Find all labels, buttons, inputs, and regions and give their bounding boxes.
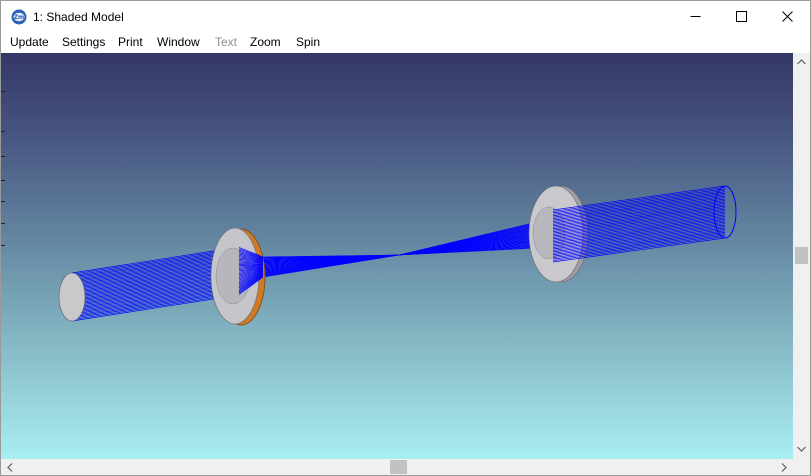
svg-text:Zm: Zm	[14, 14, 25, 21]
window-title: 1: Shaded Model	[33, 10, 124, 24]
scroll-down-arrow-icon[interactable]	[795, 443, 807, 455]
zemax-logo-icon: Zm	[11, 9, 27, 25]
maximize-button[interactable]	[718, 1, 764, 32]
optical-layout-3d-render	[58, 185, 737, 326]
scrollbar-corner	[793, 459, 810, 475]
minimize-icon	[690, 16, 700, 17]
converging-diverging-rays	[262, 218, 552, 278]
horizontal-scroll-thumb[interactable]	[390, 460, 407, 474]
scroll-right-arrow-icon[interactable]	[778, 461, 790, 473]
input-beam-end-face	[58, 272, 86, 322]
shaded-model-viewport[interactable]	[1, 53, 793, 459]
vertical-scrollbar[interactable]	[793, 53, 810, 459]
close-icon	[781, 11, 793, 22]
shaded-model-window: Zm 1: Shaded Model Update Settings Print…	[0, 0, 811, 476]
menu-spin[interactable]: Spin	[296, 35, 320, 50]
horizontal-scrollbar[interactable]	[1, 459, 793, 475]
maximize-icon	[735, 11, 747, 22]
menu-window[interactable]: Window	[157, 35, 200, 50]
minimize-button[interactable]	[672, 1, 718, 32]
title-bar[interactable]: Zm 1: Shaded Model	[1, 1, 810, 32]
menu-update[interactable]: Update	[10, 35, 49, 50]
menu-print[interactable]: Print	[118, 35, 143, 50]
menu-zoom[interactable]: Zoom	[250, 35, 281, 50]
scroll-left-arrow-icon[interactable]	[4, 461, 16, 473]
menu-settings[interactable]: Settings	[62, 35, 105, 50]
vertical-scroll-thumb[interactable]	[795, 247, 808, 264]
close-button[interactable]	[764, 1, 810, 32]
menu-text: Text	[215, 35, 238, 49]
scroll-up-arrow-icon[interactable]	[795, 56, 807, 68]
menu-bar: Update Settings Print Window Text Zoom S…	[1, 32, 810, 53]
